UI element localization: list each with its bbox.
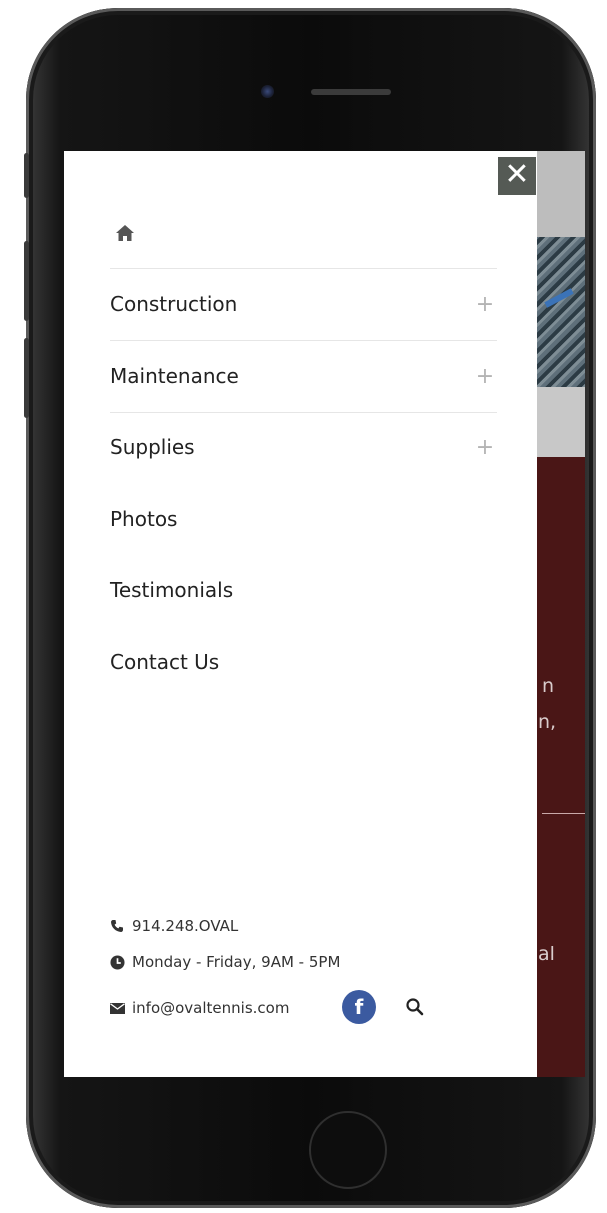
home-button[interactable] — [309, 1111, 387, 1189]
envelope-icon — [110, 1002, 132, 1014]
phone-number[interactable]: 914.248.OVAL — [110, 917, 238, 935]
page-header-background — [534, 151, 585, 237]
phone-icon — [110, 919, 132, 933]
close-menu-button[interactable]: ✕ — [498, 157, 536, 195]
menu-item-photos[interactable]: Photos — [110, 484, 497, 554]
email-address[interactable]: info@ovaltennis.com — [110, 999, 289, 1017]
menu-item-label: Supplies — [110, 435, 195, 459]
page-hero-image — [534, 237, 585, 387]
page-red-section — [534, 457, 585, 1077]
side-menu-drawer: ✕ Construction + Maintenance + Supplies … — [64, 151, 537, 1077]
volume-up-button — [24, 241, 29, 321]
business-hours-text: Monday - Friday, 9AM - 5PM — [132, 953, 341, 971]
email-text: info@ovaltennis.com — [132, 999, 290, 1017]
menu-item-label: Photos — [110, 507, 178, 531]
menu-item-supplies[interactable]: Supplies + — [110, 412, 497, 482]
front-camera — [261, 85, 274, 98]
page-divider — [542, 813, 585, 814]
clock-icon — [110, 954, 132, 970]
page-partial-text: n, — [538, 711, 557, 733]
expand-plus-icon[interactable]: + — [473, 292, 497, 317]
menu-item-maintenance[interactable]: Maintenance + — [110, 341, 497, 411]
menu-item-label: Maintenance — [110, 364, 239, 388]
menu-item-label: Testimonials — [110, 578, 234, 602]
expand-plus-icon[interactable]: + — [473, 435, 497, 460]
earpiece-speaker — [311, 89, 391, 95]
page-partial-text: n — [542, 675, 555, 697]
search-icon[interactable] — [404, 996, 426, 1018]
home-icon[interactable] — [114, 223, 136, 243]
menu-item-testimonials[interactable]: Testimonials — [110, 555, 497, 625]
volume-down-button — [24, 338, 29, 418]
phone-number-text: 914.248.OVAL — [132, 917, 239, 935]
facebook-icon[interactable]: f — [342, 990, 376, 1024]
business-hours: Monday - Friday, 9AM - 5PM — [110, 953, 340, 971]
menu-item-contact-us[interactable]: Contact Us — [110, 627, 497, 697]
menu-item-label: Contact Us — [110, 650, 220, 674]
page-partial-text: al — [538, 943, 555, 965]
menu-item-construction[interactable]: Construction + — [110, 269, 497, 339]
expand-plus-icon[interactable]: + — [473, 364, 497, 389]
screen: n n, al ✕ Construction + Maintenance + S… — [64, 151, 585, 1077]
page-gray-band — [534, 387, 585, 457]
menu-item-label: Construction — [110, 292, 238, 316]
silent-switch — [24, 153, 29, 198]
